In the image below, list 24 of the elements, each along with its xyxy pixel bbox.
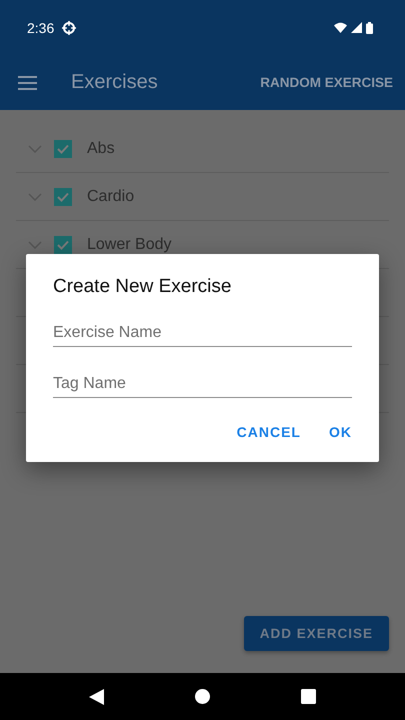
add-exercise-button[interactable]: ADD EXERCISE <box>244 616 389 651</box>
clock-time: 2:36 <box>27 20 54 36</box>
checkbox[interactable] <box>54 140 72 158</box>
recents-icon[interactable] <box>300 689 316 704</box>
input-field[interactable]: Tag Name <box>53 369 352 398</box>
category-name: Cardio <box>87 188 134 206</box>
chevron-down-icon[interactable] <box>28 240 42 248</box>
signal-icon <box>351 22 362 33</box>
home-icon[interactable] <box>194 689 210 704</box>
dialog-title: Create New Exercise <box>53 276 232 298</box>
app-title: Exercises <box>71 71 158 94</box>
category-name: Abs <box>87 140 115 158</box>
checkbox[interactable] <box>54 236 72 254</box>
category-name: Lower Body <box>87 236 172 254</box>
settings-icon <box>62 20 76 34</box>
menu-icon[interactable] <box>18 76 37 90</box>
back-icon[interactable] <box>89 688 104 704</box>
ok-button[interactable]: OK <box>319 414 362 450</box>
checkbox[interactable] <box>54 188 72 206</box>
battery-icon <box>366 22 373 34</box>
random-exercise-button[interactable]: RANDOM EXERCISE <box>260 69 393 96</box>
input-field[interactable]: Exercise Name <box>53 318 352 347</box>
wifi-icon <box>334 22 347 33</box>
cancel-button[interactable]: CANCEL <box>226 414 311 450</box>
